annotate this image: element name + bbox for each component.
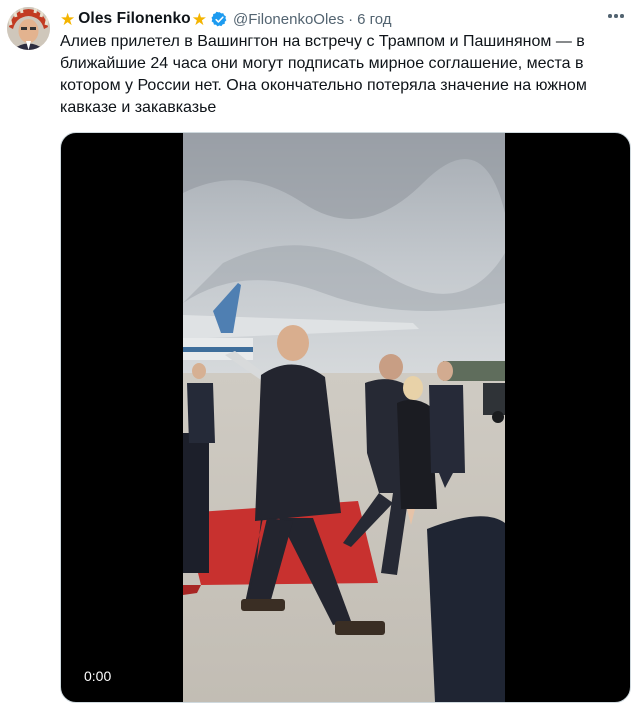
star-icon: ★ [60, 9, 76, 29]
avatar-image [7, 7, 50, 50]
video-player[interactable]: 0:00 [60, 132, 631, 703]
more-options-icon[interactable] [605, 8, 627, 24]
separator-dot: · [348, 10, 354, 28]
tweet-timestamp[interactable]: 6 год [357, 11, 391, 28]
tweet-card[interactable]: ★ Oles Filonenko ★ @FilonenkoOles · 6 го… [0, 0, 637, 712]
display-name[interactable]: Oles Filonenko [78, 10, 191, 28]
video-thumbnail [183, 133, 505, 702]
tweet-header: ★ Oles Filonenko ★ @FilonenkoOles · 6 го… [60, 8, 392, 30]
avatar[interactable] [7, 7, 50, 50]
user-handle[interactable]: @FilonenkoOles [233, 11, 344, 28]
star-icon: ★ [191, 9, 208, 29]
video-timestamp: 0:00 [84, 668, 112, 684]
verified-badge-icon [211, 11, 227, 26]
tweet-text: Алиев прилетел в Вашингтон на встречу с … [60, 33, 587, 116]
